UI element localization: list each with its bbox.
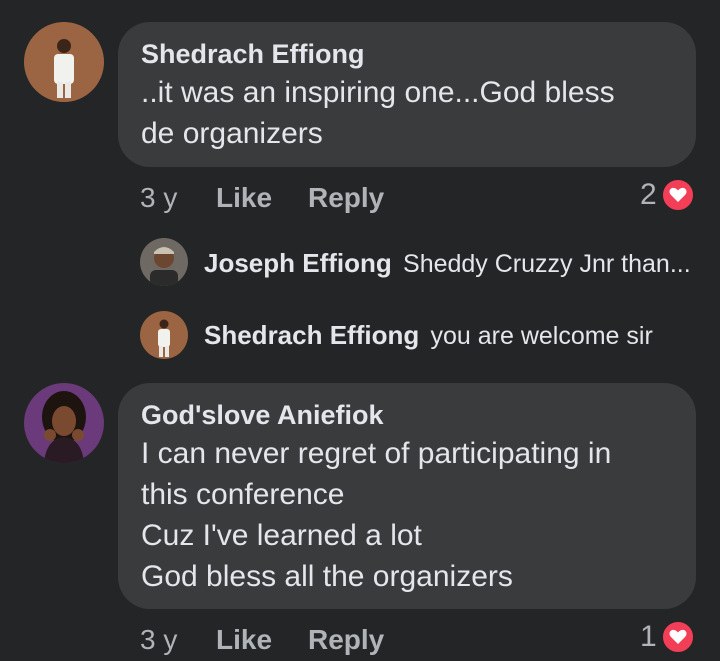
reaction-count[interactable]: 1 bbox=[640, 620, 695, 654]
comment-author[interactable]: Shedrach Effiong bbox=[141, 38, 672, 70]
comment-text: I can never regret of participating in bbox=[141, 437, 612, 470]
reply-text: you are welcome sir bbox=[430, 322, 653, 350]
reply-author[interactable]: Shedrach Effiong bbox=[204, 320, 419, 350]
comment-text: ..it was an inspiring one...God bless bbox=[141, 76, 615, 109]
comment-text: this conference bbox=[141, 478, 345, 511]
reply-button[interactable]: Reply bbox=[308, 624, 384, 656]
comment-text: Cuz I've learned a lot bbox=[141, 519, 422, 552]
reaction-count[interactable]: 2 bbox=[640, 178, 695, 212]
heart-icon bbox=[660, 178, 695, 212]
reply-item: Shedrach Effiong you are welcome sir bbox=[204, 320, 653, 351]
avatar[interactable] bbox=[24, 22, 104, 102]
reply-button[interactable]: Reply bbox=[308, 182, 384, 214]
comment-bubble: Shedrach Effiong ..it was an inspiring o… bbox=[118, 22, 696, 167]
like-button[interactable]: Like bbox=[216, 182, 272, 214]
comment-actions: 3 y Like Reply bbox=[140, 624, 440, 658]
reaction-number: 2 bbox=[640, 178, 657, 211]
comment-time[interactable]: 3 y bbox=[140, 624, 177, 656]
reaction-number: 1 bbox=[640, 620, 657, 653]
reply-author[interactable]: Joseph Effiong bbox=[204, 248, 392, 278]
comment-actions: 3 y Like Reply bbox=[140, 182, 440, 216]
comment-time[interactable]: 3 y bbox=[140, 182, 177, 214]
avatar[interactable] bbox=[24, 383, 104, 463]
reply-item: Joseph Effiong Sheddy Cruzzy Jnr than... bbox=[204, 248, 691, 279]
heart-icon bbox=[660, 620, 695, 654]
comment-text: de organizers bbox=[141, 117, 323, 150]
comment-bubble: God'slove Aniefiok I can never regret of… bbox=[118, 383, 696, 609]
comment-text: God bless all the organizers bbox=[141, 560, 513, 593]
reply-text[interactable]: Sheddy Cruzzy Jnr than... bbox=[403, 250, 691, 278]
like-button[interactable]: Like bbox=[216, 624, 272, 656]
avatar[interactable] bbox=[140, 238, 188, 286]
avatar[interactable] bbox=[140, 311, 188, 359]
comment-author[interactable]: God'slove Aniefiok bbox=[141, 399, 672, 431]
